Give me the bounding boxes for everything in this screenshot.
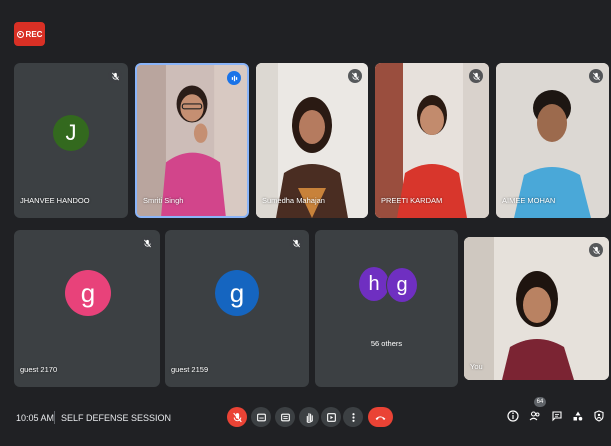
more-options-button[interactable] bbox=[343, 407, 363, 427]
raise-hand-icon bbox=[306, 412, 313, 423]
participant-name: guest 2170 bbox=[20, 365, 58, 374]
host-controls-button[interactable] bbox=[592, 409, 606, 423]
meeting-controls-bar: 10:05 AM SELF DEFENSE SESSION 64 bbox=[0, 395, 611, 446]
divider bbox=[54, 411, 55, 424]
participant-video bbox=[137, 65, 247, 216]
participant-name: Sumedha Mahajan bbox=[262, 196, 325, 205]
mic-off-icon bbox=[140, 236, 154, 250]
participant-tile-guest-2170[interactable]: g guest 2170 bbox=[14, 230, 160, 387]
mic-off-icon bbox=[589, 69, 603, 83]
participant-tile-you[interactable]: You bbox=[464, 237, 609, 380]
avatar: J bbox=[53, 115, 89, 151]
mic-toggle-button[interactable] bbox=[227, 407, 247, 427]
participant-tile-smriti[interactable]: Smriti Singh bbox=[135, 63, 249, 218]
meeting-info-button[interactable] bbox=[506, 409, 520, 423]
raise-hand-button[interactable] bbox=[299, 407, 319, 427]
captions-button[interactable] bbox=[251, 407, 271, 427]
participant-tile-aimee[interactable]: AIMEE MOHAN bbox=[496, 63, 609, 218]
people-button[interactable] bbox=[528, 409, 542, 423]
participant-video bbox=[464, 237, 609, 380]
participant-name: PREETI KARDAM bbox=[381, 196, 443, 205]
meeting-time: 10:05 AM bbox=[16, 413, 55, 423]
participant-name: You bbox=[470, 362, 483, 371]
others-tile[interactable]: h g 56 others bbox=[315, 230, 458, 387]
present-icon bbox=[280, 413, 290, 421]
participant-video bbox=[496, 63, 609, 218]
participant-tile-preeti[interactable]: PREETI KARDAM bbox=[375, 63, 489, 218]
avatar: g bbox=[386, 267, 418, 303]
mic-off-icon bbox=[348, 69, 362, 83]
activities-panel-button[interactable] bbox=[571, 409, 585, 423]
end-call-button[interactable] bbox=[368, 407, 393, 427]
present-button[interactable] bbox=[275, 407, 295, 427]
info-icon bbox=[507, 410, 519, 422]
mic-off-icon bbox=[289, 236, 303, 250]
participant-name: AIMEE MOHAN bbox=[502, 196, 556, 205]
others-count-label: 56 others bbox=[370, 339, 403, 348]
captions-icon bbox=[256, 413, 266, 421]
participant-tile-sumedha[interactable]: Sumedha Mahajan bbox=[256, 63, 368, 218]
participant-video bbox=[256, 63, 368, 218]
participant-name: JHANVEE HANDOO bbox=[20, 196, 90, 205]
shapes-icon bbox=[573, 411, 583, 421]
mic-off-icon bbox=[108, 69, 122, 83]
avatar: g bbox=[65, 270, 111, 316]
mic-off-icon bbox=[469, 69, 483, 83]
activities-icon bbox=[326, 412, 336, 422]
avatar: g bbox=[215, 270, 259, 316]
chat-icon bbox=[552, 411, 562, 422]
recording-label: REC bbox=[25, 29, 43, 39]
activities-button[interactable] bbox=[321, 407, 341, 427]
participant-name: Smriti Singh bbox=[143, 196, 184, 205]
end-call-icon bbox=[375, 415, 386, 420]
recording-badge: REC bbox=[14, 22, 45, 46]
participant-tile-jhanvee[interactable]: J JHANVEE HANDOO bbox=[14, 63, 128, 218]
chat-button[interactable] bbox=[550, 409, 564, 423]
mic-off-icon bbox=[232, 412, 242, 422]
participant-video bbox=[375, 63, 489, 218]
more-options-icon bbox=[351, 412, 355, 422]
avatar: h bbox=[359, 267, 389, 301]
people-icon bbox=[529, 411, 540, 421]
mic-off-icon bbox=[589, 243, 603, 257]
meeting-title: SELF DEFENSE SESSION bbox=[61, 413, 172, 423]
participant-tile-guest-2159[interactable]: g guest 2159 bbox=[165, 230, 309, 387]
audio-level-icon bbox=[227, 71, 241, 85]
participant-name: guest 2159 bbox=[171, 365, 209, 374]
participant-count-badge: 64 bbox=[534, 397, 546, 407]
host-controls-icon bbox=[594, 410, 604, 422]
record-icon bbox=[16, 30, 24, 38]
